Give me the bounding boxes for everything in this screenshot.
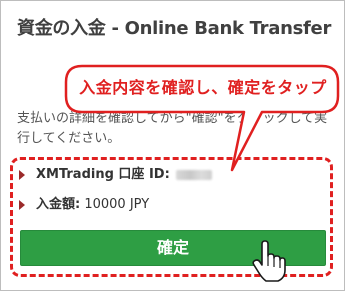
bullet-arrow-icon — [19, 200, 25, 210]
account-id-redacted — [175, 169, 212, 180]
account-id-label: XMTrading 口座 ID: — [36, 167, 170, 182]
amount-label: 入金額: — [36, 197, 81, 212]
amount-value: 10000 JPY — [84, 197, 150, 212]
dialog-title: 資金の入金 - Online Bank Transfer — [17, 18, 332, 39]
callout-text: 入金内容を確認し、確定をタップ — [79, 78, 327, 97]
pointer-hand-icon — [252, 240, 286, 282]
dialog-description: 支払いの詳細を確認してから"確認"をクリックして実行してください。 — [17, 111, 328, 146]
bullet-arrow-icon — [19, 170, 25, 180]
